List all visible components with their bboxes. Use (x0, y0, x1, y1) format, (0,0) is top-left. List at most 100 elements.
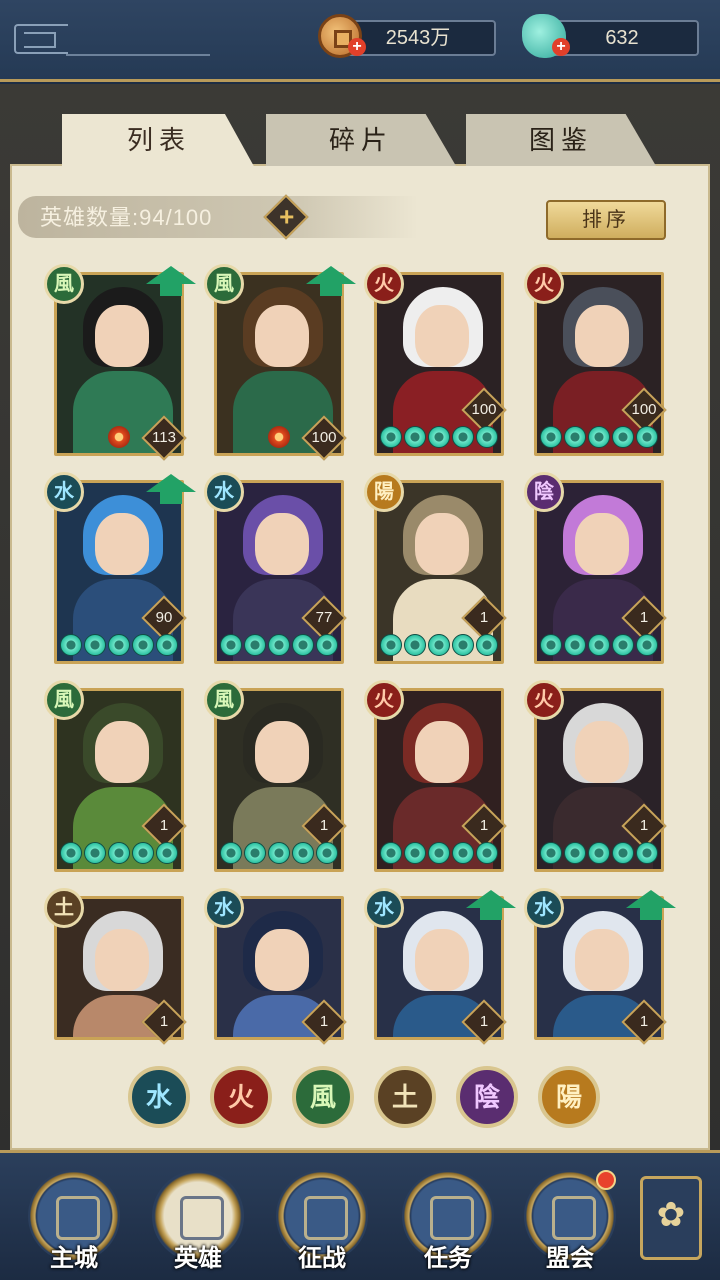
jade-star-icon (428, 842, 450, 864)
awakening-gem-icon (108, 426, 130, 448)
element-badge-icon: 風 (204, 680, 244, 720)
element-badge-icon: 風 (44, 680, 84, 720)
jade-star-icon (564, 842, 586, 864)
hero-level: 1 (639, 817, 649, 834)
star-rating (380, 634, 498, 656)
jade-star-icon (292, 842, 314, 864)
menu-button[interactable] (640, 1176, 702, 1260)
filter-fire-icon[interactable]: 火 (210, 1066, 272, 1128)
jade-star-icon (60, 634, 82, 656)
hero-level: 1 (159, 817, 169, 834)
jade-star-icon (84, 842, 106, 864)
sort-button[interactable]: 排序 (546, 200, 666, 240)
element-badge-icon: 風 (44, 264, 84, 304)
element-badge-icon: 火 (364, 264, 404, 304)
jade-star-icon (588, 426, 610, 448)
jade-star-icon (132, 634, 154, 656)
hero-level: 1 (319, 1013, 329, 1030)
jade-star-icon (60, 842, 82, 864)
nav-label: 主城 (50, 1245, 98, 1272)
hero-face (255, 929, 309, 991)
meander-logo-icon (14, 24, 68, 54)
jade-star-icon (108, 842, 130, 864)
jade-star-icon (612, 426, 634, 448)
jade-star-icon (540, 634, 562, 656)
hero-face (575, 305, 629, 367)
jade-star-icon (268, 634, 290, 656)
jade-star-icon (84, 634, 106, 656)
star-rating (220, 634, 338, 656)
hero-face (415, 513, 469, 575)
element-badge-icon: 火 (364, 680, 404, 720)
hero-face (415, 721, 469, 783)
element-badge-icon: 火 (524, 264, 564, 304)
jade-star-icon (380, 634, 402, 656)
jade-star-icon (564, 426, 586, 448)
hero-level: 100 (311, 429, 337, 446)
hero-face (415, 305, 469, 367)
add-coins-button[interactable]: + (348, 38, 366, 56)
filter-wind-icon[interactable]: 風 (292, 1066, 354, 1128)
filter-water-icon[interactable]: 水 (128, 1066, 190, 1128)
element-badge-icon: 風 (204, 264, 244, 304)
jade-star-icon (428, 426, 450, 448)
star-rating (380, 426, 498, 448)
filter-earth-icon[interactable]: 土 (374, 1066, 436, 1128)
filter-yang-icon[interactable]: 陽 (538, 1066, 600, 1128)
jade-star-icon (316, 842, 338, 864)
nav-battle[interactable]: 征战 (272, 1164, 372, 1274)
filter-yin-icon[interactable]: 陰 (456, 1066, 518, 1128)
jade-star-icon (244, 842, 266, 864)
star-rating (60, 842, 178, 864)
jade-star-icon (612, 842, 634, 864)
hero-face (95, 305, 149, 367)
jade-star-icon (156, 842, 178, 864)
hero-level: 1 (319, 817, 329, 834)
hero-face (575, 929, 629, 991)
star-rating (220, 842, 338, 864)
jade-star-icon (268, 842, 290, 864)
tab-fragments[interactable]: 碎片 (266, 114, 456, 166)
jade-star-icon (156, 634, 178, 656)
jade-star-icon (588, 634, 610, 656)
jade-star-icon (540, 426, 562, 448)
divider (66, 54, 210, 56)
hero-level: 1 (479, 1013, 489, 1030)
jade-star-icon (476, 426, 498, 448)
jade-star-icon (636, 426, 658, 448)
hero-level: 90 (155, 609, 173, 626)
element-badge-icon: 水 (524, 888, 564, 928)
jade-star-icon (132, 842, 154, 864)
hero-face (415, 929, 469, 991)
notification-dot (596, 1170, 616, 1190)
element-badge-icon: 水 (204, 888, 244, 928)
jade-star-icon (612, 634, 634, 656)
hero-face (95, 721, 149, 783)
jade-star-icon (380, 842, 402, 864)
hero-level: 100 (631, 401, 657, 418)
jade-star-icon (404, 842, 426, 864)
nav-label: 盟会 (546, 1245, 594, 1272)
hero-face (575, 513, 629, 575)
hero-level: 1 (479, 609, 489, 626)
jade-star-icon (588, 842, 610, 864)
hero-face (255, 513, 309, 575)
jade-star-icon (316, 634, 338, 656)
jade-star-icon (452, 842, 474, 864)
tab-atlas[interactable]: 图鉴 (466, 114, 656, 166)
element-badge-icon: 水 (364, 888, 404, 928)
star-rating (540, 426, 658, 448)
hero-level: 1 (639, 1013, 649, 1030)
nav-quests[interactable]: 任务 (398, 1164, 498, 1274)
coin-amount: 2543万 (385, 27, 451, 49)
add-jade-button[interactable]: + (552, 38, 570, 56)
nav-guild[interactable]: 盟会 (520, 1164, 620, 1274)
nav-heroes[interactable]: 英雄 (148, 1164, 248, 1274)
jade-star-icon (564, 634, 586, 656)
hero-level: 1 (159, 1013, 169, 1030)
jade-star-icon (292, 634, 314, 656)
tab-list[interactable]: 列表 (62, 114, 256, 170)
hero-face (95, 513, 149, 575)
nav-main-city[interactable]: 主城 (24, 1164, 124, 1274)
hero-count-label: 英雄数量:94/100 (40, 205, 213, 230)
